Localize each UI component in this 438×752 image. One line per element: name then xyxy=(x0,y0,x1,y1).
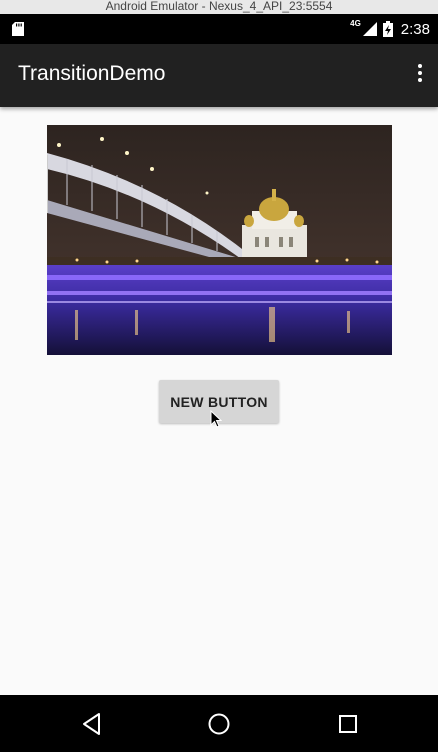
emulator-window-title: Android Emulator - Nexus_4_API_23:5554 xyxy=(0,0,438,14)
sd-card-icon xyxy=(12,22,24,36)
overflow-menu-icon[interactable] xyxy=(416,64,424,86)
signal-icon xyxy=(362,22,377,36)
home-icon[interactable] xyxy=(206,711,232,737)
network-type-label: 4G xyxy=(350,18,361,28)
battery-charging-icon xyxy=(382,21,393,37)
back-icon[interactable] xyxy=(79,711,105,737)
photo-illustration xyxy=(47,125,392,355)
recents-icon[interactable] xyxy=(335,711,361,737)
status-clock: 2:38 xyxy=(400,20,430,38)
app-title: TransitionDemo xyxy=(18,62,166,85)
navigation-bar xyxy=(0,695,438,752)
status-bar: 4G 2:38 xyxy=(0,14,438,44)
cathedral-bridge-night-photo[interactable] xyxy=(47,125,392,355)
mouse-cursor-icon xyxy=(210,410,222,428)
app-bar: TransitionDemo xyxy=(0,44,438,107)
